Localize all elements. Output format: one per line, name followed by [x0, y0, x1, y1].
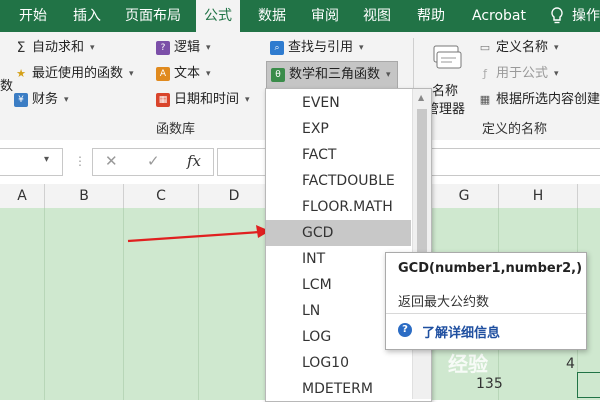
column-header-c[interactable]: C — [124, 184, 199, 208]
use-in-formula-button[interactable]: ƒ 用于公式 ▾ — [478, 63, 559, 85]
cancel-icon[interactable]: ✕ — [105, 152, 118, 170]
lookup-book-icon: ⌕ — [270, 41, 284, 55]
grid-line — [44, 208, 45, 400]
create-from-selection-button[interactable]: ▦ 根据所选内容创建 — [478, 89, 600, 111]
function-item-gcd[interactable]: GCD — [266, 220, 411, 246]
math-book-icon: θ — [271, 68, 285, 82]
calendar-icon: ▦ — [156, 93, 170, 107]
chevron-down-icon: ▾ — [245, 95, 250, 105]
financial-label: 财务 — [32, 92, 59, 107]
tooltip-signature: GCD(number1,number2,) — [398, 261, 583, 276]
logical-button[interactable]: ? 逻辑 ▾ — [156, 37, 211, 59]
chevron-down-icon: ▾ — [206, 43, 211, 53]
name-box[interactable]: ▾ — [0, 148, 63, 176]
name-tag-icon — [432, 42, 462, 74]
math-trig-dropdown[interactable]: EVEN EXP FACT FACTDOUBLE FLOOR.MATH GCD … — [265, 88, 432, 402]
formula-tag-icon: ƒ — [483, 67, 487, 80]
logical-book-icon: ? — [156, 41, 170, 55]
scroll-up-icon[interactable]: ▲ — [418, 93, 424, 102]
red-arrow-icon — [127, 225, 270, 243]
tab-insert[interactable]: 插入 — [73, 0, 101, 32]
insert-function-button[interactable]: 数 — [0, 76, 13, 98]
tab-tell-me[interactable]: 操作 — [572, 0, 600, 32]
column-header-g[interactable]: G — [430, 184, 499, 208]
autosum-button[interactable]: Σ 自动求和 ▾ — [14, 37, 95, 59]
chevron-down-icon: ▾ — [554, 69, 559, 79]
math-trig-button[interactable]: θ 数学和三角函数 ▾ — [266, 61, 398, 89]
tooltip-description: 返回最大公约数 — [398, 295, 490, 310]
chevron-down-icon: ▾ — [359, 43, 364, 53]
sigma-icon: Σ — [16, 40, 26, 56]
lookup-reference-button[interactable]: ⌕ 查找与引用 ▾ — [270, 37, 364, 59]
function-item-floor-math[interactable]: FLOOR.MATH — [266, 194, 411, 220]
tab-review[interactable]: 审阅 — [311, 0, 339, 32]
tooltip-divider — [386, 313, 586, 314]
chevron-down-icon: ▾ — [386, 70, 391, 80]
learn-more-link[interactable]: 了解详细信息 — [422, 322, 500, 341]
tab-help[interactable]: 帮助 — [417, 0, 445, 32]
help-icon: ? — [398, 323, 412, 337]
text-book-icon: A — [156, 67, 170, 81]
chevron-down-icon: ▾ — [64, 95, 69, 105]
function-item-log10[interactable]: LOG10 — [266, 350, 411, 376]
function-item-even[interactable]: EVEN — [266, 90, 411, 116]
formula-buttons: ✕ ✓ fx — [92, 148, 214, 176]
define-name-label: 定义名称 — [496, 40, 549, 55]
chevron-down-icon[interactable]: ▾ — [44, 154, 49, 165]
name-manager-label-1: 名称 — [432, 84, 459, 99]
text-button[interactable]: A 文本 ▾ — [156, 63, 211, 85]
text-label: 文本 — [174, 66, 201, 81]
finance-book-icon: ¥ — [14, 93, 28, 107]
function-item-mdeterm[interactable]: MDETERM — [266, 376, 411, 401]
grid-table-icon: ▦ — [479, 93, 491, 106]
lightbulb-icon[interactable] — [550, 7, 564, 25]
tab-page-layout[interactable]: 页面布局 — [125, 0, 181, 32]
date-time-button[interactable]: ▦ 日期和时间 ▾ — [156, 89, 250, 111]
ribbon-tab-bar: 开始 插入 页面布局 公式 数据 审阅 视图 帮助 Acrobat 操作 — [0, 0, 600, 32]
function-item-exp[interactable]: EXP — [266, 116, 411, 142]
dropdown-scrollbar[interactable]: ▲ — [412, 89, 431, 399]
chevron-down-icon: ▾ — [90, 43, 95, 53]
chevron-down-icon: ▾ — [129, 69, 134, 79]
autosum-label: 自动求和 — [32, 40, 85, 55]
column-header-a[interactable]: A — [0, 184, 45, 208]
column-header-d[interactable]: D — [199, 184, 270, 208]
tab-acrobat[interactable]: Acrobat — [472, 0, 526, 32]
tab-home[interactable]: 开始 — [19, 0, 47, 32]
star-icon: ★ — [16, 67, 26, 80]
tab-view[interactable]: 视图 — [363, 0, 391, 32]
financial-button[interactable]: ¥ 财务 ▾ — [14, 89, 69, 111]
more-dots-icon: ⋮ — [74, 154, 86, 168]
column-header-b[interactable]: B — [45, 184, 124, 208]
defined-names-group-label: 定义的名称 — [482, 122, 548, 137]
insert-function-label: 数 — [0, 79, 14, 94]
function-library-group-label: 函数库 — [156, 122, 196, 137]
lookup-reference-label: 查找与引用 — [288, 40, 354, 55]
logical-label: 逻辑 — [174, 40, 201, 55]
date-time-label: 日期和时间 — [174, 92, 240, 107]
column-header-h[interactable]: H — [499, 184, 578, 208]
use-in-formula-label: 用于公式 — [496, 66, 549, 81]
tab-data[interactable]: 数据 — [258, 0, 286, 32]
cell-g-value-2: 135 — [476, 376, 503, 392]
function-item-fact[interactable]: FACT — [266, 142, 411, 168]
enter-check-icon[interactable]: ✓ — [147, 152, 160, 170]
scrollbar-thumb[interactable] — [417, 109, 427, 259]
chevron-down-icon: ▾ — [206, 69, 211, 79]
chevron-down-icon: ▾ — [554, 43, 559, 53]
function-tooltip: GCD(number1,number2,) 返回最大公约数 ? 了解详细信息 — [385, 252, 587, 350]
recent-functions-label: 最近使用的函数 — [32, 66, 124, 81]
tag-icon: ▭ — [479, 41, 491, 54]
recent-functions-button[interactable]: ★ 最近使用的函数 ▾ — [14, 63, 134, 85]
math-trig-label: 数学和三角函数 — [289, 67, 381, 82]
function-item-factdouble[interactable]: FACTDOUBLE — [266, 168, 411, 194]
watermark-text: 经验 — [448, 352, 488, 376]
insert-fx-icon[interactable]: fx — [187, 152, 201, 170]
cell-h-value-2: 4 — [566, 356, 575, 372]
tab-formulas[interactable]: 公式 — [196, 0, 240, 32]
selected-cell[interactable] — [577, 372, 600, 398]
define-name-button[interactable]: ▭ 定义名称 ▾ — [478, 37, 559, 59]
create-from-selection-label: 根据所选内容创建 — [496, 92, 600, 107]
